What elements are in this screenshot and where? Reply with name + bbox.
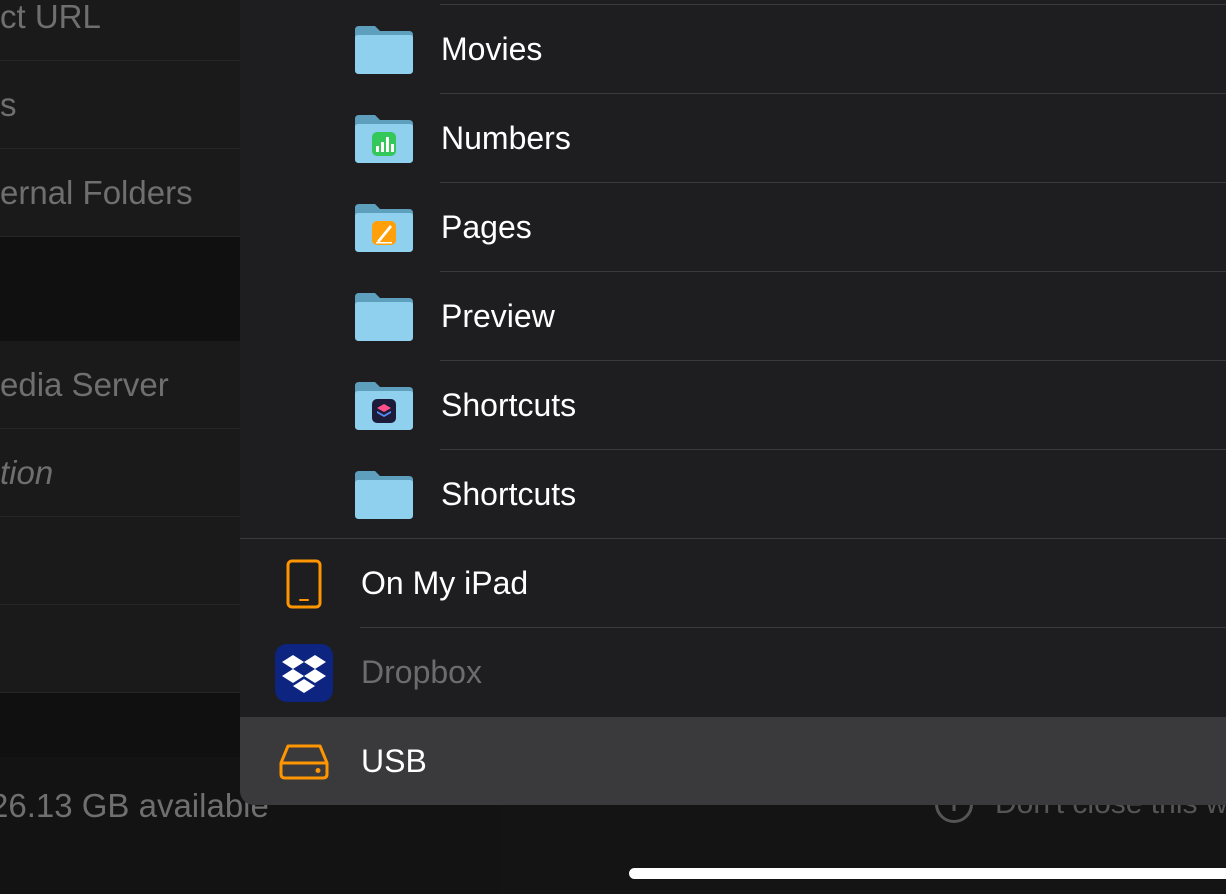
location-row-dropbox[interactable]: Dropbox [240,628,1226,717]
location-label: Dropbox [361,654,482,690]
bg-sidebar-row: ct URL [0,0,240,61]
folder-icon [355,470,413,519]
pages-folder-icon [355,203,413,252]
folder-row-movies[interactable]: Movies [240,5,1226,94]
folder-row-numbers[interactable]: Numbers [240,94,1226,183]
storage-available: 26.13 GB available [0,787,269,824]
location-picker-panel: Movies Numbers Pages Preview Shortcuts S… [240,0,1226,805]
bg-sidebar-row: s [0,61,240,149]
folder-row-pages[interactable]: Pages [240,183,1226,272]
location-label: USB [361,743,427,779]
bg-sidebar-row-empty [0,605,240,693]
dropbox-icon [275,643,333,702]
folder-row-shortcuts-app[interactable]: Shortcuts [240,361,1226,450]
shortcuts-folder-icon [355,381,413,430]
bg-sidebar-row: ernal Folders [0,149,240,237]
bg-sidebar-row: edia Server [0,341,240,429]
usb-drive-icon [279,744,329,779]
location-row-on-my-ipad[interactable]: On My iPad [240,539,1226,628]
folder-row-preview[interactable]: Preview [240,272,1226,361]
folder-label: Shortcuts [441,387,577,423]
location-label: On My iPad [361,565,529,601]
numbers-folder-icon [355,114,413,163]
folder-label: Shortcuts [441,476,577,512]
folder-icon [355,25,413,74]
bg-section-gap [0,693,240,757]
folder-label: Pages [441,209,532,245]
folder-label: Numbers [441,120,571,156]
folder-icon [355,292,413,341]
ipad-icon [286,559,322,608]
location-row-usb[interactable]: USB [240,717,1226,805]
bg-sidebar-row-empty [0,517,240,605]
folder-label: Movies [441,31,543,67]
folder-label: Preview [441,298,555,334]
bg-section-gap [0,237,240,341]
folder-row-shortcuts[interactable]: Shortcuts [240,450,1226,539]
bg-sidebar-row: tion [0,429,240,517]
home-indicator[interactable] [629,868,1226,879]
